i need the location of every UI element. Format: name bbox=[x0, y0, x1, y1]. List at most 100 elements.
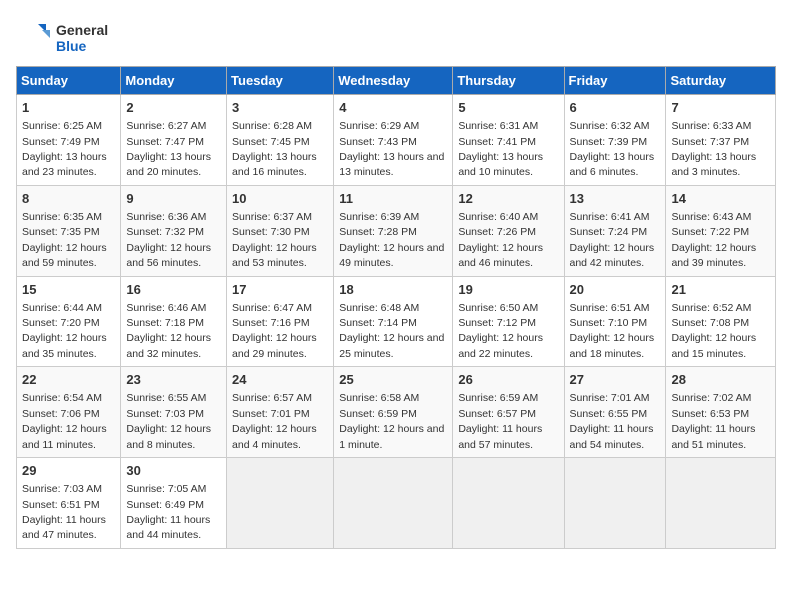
table-row: 25 Sunrise: 6:58 AM Sunset: 6:59 PM Dayl… bbox=[334, 367, 453, 458]
table-row: 10 Sunrise: 6:37 AM Sunset: 7:30 PM Dayl… bbox=[227, 185, 334, 276]
table-row: 14 Sunrise: 6:43 AM Sunset: 7:22 PM Dayl… bbox=[666, 185, 776, 276]
table-row: 12 Sunrise: 6:40 AM Sunset: 7:26 PM Dayl… bbox=[453, 185, 564, 276]
table-row: 6 Sunrise: 6:32 AM Sunset: 7:39 PM Dayli… bbox=[564, 95, 666, 186]
table-row: 29 Sunrise: 7:03 AM Sunset: 6:51 PM Dayl… bbox=[17, 458, 121, 549]
sunset-info: Sunset: 7:39 PM bbox=[570, 136, 648, 148]
day-number: 25 bbox=[339, 371, 447, 389]
day-number: 19 bbox=[458, 281, 558, 299]
daylight-info: Daylight: 12 hours and 42 minutes. bbox=[570, 242, 655, 269]
daylight-info: Daylight: 12 hours and 53 minutes. bbox=[232, 242, 317, 269]
sunrise-info: Sunrise: 6:48 AM bbox=[339, 302, 419, 314]
daylight-info: Daylight: 11 hours and 44 minutes. bbox=[126, 514, 210, 541]
sunrise-info: Sunrise: 6:33 AM bbox=[671, 120, 751, 132]
sunrise-info: Sunrise: 6:46 AM bbox=[126, 302, 206, 314]
sunrise-info: Sunrise: 6:37 AM bbox=[232, 211, 312, 223]
table-row: 8 Sunrise: 6:35 AM Sunset: 7:35 PM Dayli… bbox=[17, 185, 121, 276]
table-row: 23 Sunrise: 6:55 AM Sunset: 7:03 PM Dayl… bbox=[121, 367, 227, 458]
table-row: 26 Sunrise: 6:59 AM Sunset: 6:57 PM Dayl… bbox=[453, 367, 564, 458]
table-row: 16 Sunrise: 6:46 AM Sunset: 7:18 PM Dayl… bbox=[121, 276, 227, 367]
table-row: 2 Sunrise: 6:27 AM Sunset: 7:47 PM Dayli… bbox=[121, 95, 227, 186]
daylight-info: Daylight: 12 hours and 4 minutes. bbox=[232, 423, 317, 450]
sunrise-info: Sunrise: 6:25 AM bbox=[22, 120, 102, 132]
daylight-info: Daylight: 13 hours and 13 minutes. bbox=[339, 151, 444, 178]
table-row: 28 Sunrise: 7:02 AM Sunset: 6:53 PM Dayl… bbox=[666, 367, 776, 458]
daylight-info: Daylight: 12 hours and 32 minutes. bbox=[126, 332, 211, 359]
sunrise-info: Sunrise: 7:01 AM bbox=[570, 392, 650, 404]
daylight-info: Daylight: 11 hours and 54 minutes. bbox=[570, 423, 654, 450]
table-row: 9 Sunrise: 6:36 AM Sunset: 7:32 PM Dayli… bbox=[121, 185, 227, 276]
weekday-header-monday: Monday bbox=[121, 67, 227, 95]
daylight-info: Daylight: 11 hours and 57 minutes. bbox=[458, 423, 542, 450]
daylight-info: Daylight: 12 hours and 49 minutes. bbox=[339, 242, 444, 269]
sunset-info: Sunset: 7:18 PM bbox=[126, 317, 204, 329]
sunrise-info: Sunrise: 6:54 AM bbox=[22, 392, 102, 404]
day-number: 10 bbox=[232, 190, 328, 208]
sunset-info: Sunset: 7:35 PM bbox=[22, 226, 100, 238]
sunrise-info: Sunrise: 6:47 AM bbox=[232, 302, 312, 314]
day-number: 7 bbox=[671, 99, 770, 117]
sunset-info: Sunset: 7:41 PM bbox=[458, 136, 536, 148]
daylight-info: Daylight: 11 hours and 47 minutes. bbox=[22, 514, 106, 541]
daylight-info: Daylight: 12 hours and 56 minutes. bbox=[126, 242, 211, 269]
table-row: 13 Sunrise: 6:41 AM Sunset: 7:24 PM Dayl… bbox=[564, 185, 666, 276]
sunrise-info: Sunrise: 6:59 AM bbox=[458, 392, 538, 404]
sunrise-info: Sunrise: 6:44 AM bbox=[22, 302, 102, 314]
sunset-info: Sunset: 6:55 PM bbox=[570, 408, 648, 420]
sunrise-info: Sunrise: 6:32 AM bbox=[570, 120, 650, 132]
sunset-info: Sunset: 7:03 PM bbox=[126, 408, 204, 420]
sunset-info: Sunset: 7:10 PM bbox=[570, 317, 648, 329]
day-number: 3 bbox=[232, 99, 328, 117]
day-number: 9 bbox=[126, 190, 221, 208]
day-number: 16 bbox=[126, 281, 221, 299]
sunset-info: Sunset: 7:08 PM bbox=[671, 317, 749, 329]
day-number: 5 bbox=[458, 99, 558, 117]
daylight-info: Daylight: 13 hours and 10 minutes. bbox=[458, 151, 543, 178]
table-row bbox=[227, 458, 334, 549]
daylight-info: Daylight: 12 hours and 1 minute. bbox=[339, 423, 444, 450]
sunset-info: Sunset: 7:12 PM bbox=[458, 317, 536, 329]
day-number: 22 bbox=[22, 371, 115, 389]
table-row: 11 Sunrise: 6:39 AM Sunset: 7:28 PM Dayl… bbox=[334, 185, 453, 276]
day-number: 27 bbox=[570, 371, 661, 389]
sunrise-info: Sunrise: 6:43 AM bbox=[671, 211, 751, 223]
day-number: 29 bbox=[22, 462, 115, 480]
daylight-info: Daylight: 12 hours and 59 minutes. bbox=[22, 242, 107, 269]
sunrise-info: Sunrise: 6:50 AM bbox=[458, 302, 538, 314]
sunset-info: Sunset: 6:49 PM bbox=[126, 499, 204, 511]
sunrise-info: Sunrise: 6:27 AM bbox=[126, 120, 206, 132]
day-number: 12 bbox=[458, 190, 558, 208]
sunrise-info: Sunrise: 6:52 AM bbox=[671, 302, 751, 314]
sunset-info: Sunset: 7:26 PM bbox=[458, 226, 536, 238]
day-number: 14 bbox=[671, 190, 770, 208]
day-number: 2 bbox=[126, 99, 221, 117]
sunset-info: Sunset: 7:37 PM bbox=[671, 136, 749, 148]
table-row: 18 Sunrise: 6:48 AM Sunset: 7:14 PM Dayl… bbox=[334, 276, 453, 367]
table-row: 24 Sunrise: 6:57 AM Sunset: 7:01 PM Dayl… bbox=[227, 367, 334, 458]
table-row: 21 Sunrise: 6:52 AM Sunset: 7:08 PM Dayl… bbox=[666, 276, 776, 367]
sunrise-info: Sunrise: 6:31 AM bbox=[458, 120, 538, 132]
table-row: 3 Sunrise: 6:28 AM Sunset: 7:45 PM Dayli… bbox=[227, 95, 334, 186]
table-row: 1 Sunrise: 6:25 AM Sunset: 7:49 PM Dayli… bbox=[17, 95, 121, 186]
weekday-header-friday: Friday bbox=[564, 67, 666, 95]
sunrise-info: Sunrise: 7:03 AM bbox=[22, 483, 102, 495]
calendar-table: SundayMondayTuesdayWednesdayThursdayFrid… bbox=[16, 66, 776, 549]
sunset-info: Sunset: 7:43 PM bbox=[339, 136, 417, 148]
day-number: 15 bbox=[22, 281, 115, 299]
table-row: 15 Sunrise: 6:44 AM Sunset: 7:20 PM Dayl… bbox=[17, 276, 121, 367]
daylight-info: Daylight: 11 hours and 51 minutes. bbox=[671, 423, 755, 450]
sunset-info: Sunset: 7:16 PM bbox=[232, 317, 310, 329]
sunrise-info: Sunrise: 6:39 AM bbox=[339, 211, 419, 223]
day-number: 26 bbox=[458, 371, 558, 389]
table-row: 4 Sunrise: 6:29 AM Sunset: 7:43 PM Dayli… bbox=[334, 95, 453, 186]
table-row: 19 Sunrise: 6:50 AM Sunset: 7:12 PM Dayl… bbox=[453, 276, 564, 367]
table-row bbox=[334, 458, 453, 549]
table-row: 17 Sunrise: 6:47 AM Sunset: 7:16 PM Dayl… bbox=[227, 276, 334, 367]
daylight-info: Daylight: 12 hours and 25 minutes. bbox=[339, 332, 444, 359]
header: General Blue bbox=[16, 16, 776, 56]
sunrise-info: Sunrise: 6:51 AM bbox=[570, 302, 650, 314]
sunset-info: Sunset: 7:22 PM bbox=[671, 226, 749, 238]
table-row: 22 Sunrise: 6:54 AM Sunset: 7:06 PM Dayl… bbox=[17, 367, 121, 458]
sunrise-info: Sunrise: 6:57 AM bbox=[232, 392, 312, 404]
sunset-info: Sunset: 7:45 PM bbox=[232, 136, 310, 148]
sunrise-info: Sunrise: 6:28 AM bbox=[232, 120, 312, 132]
